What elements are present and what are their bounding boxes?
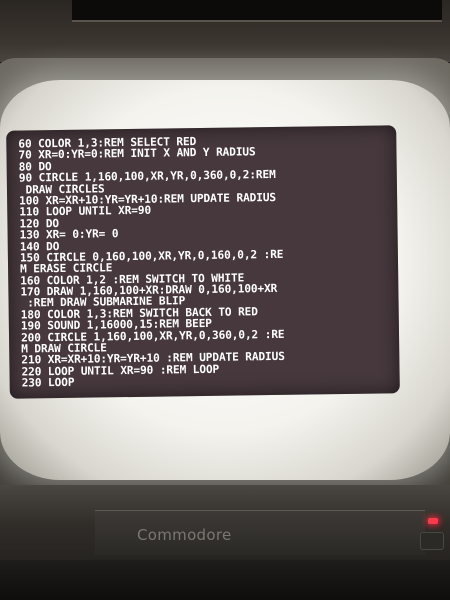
power-button[interactable] (420, 532, 444, 550)
desk-shadow (0, 560, 450, 600)
vent-slot (72, 0, 442, 22)
brand-name: Commodore (137, 526, 232, 544)
power-led-icon (428, 518, 438, 524)
commodore-logo: Commodore (137, 526, 232, 544)
basic-program-listing: 60 COLOR 1,3:REM SELECT RED 70 XR=0:YR=0:… (18, 133, 398, 398)
computer-top-housing (0, 0, 450, 62)
crt-screen: 60 COLOR 1,3:REM SELECT RED 70 XR=0:YR=0:… (6, 125, 400, 399)
photo-scene: 60 COLOR 1,3:REM SELECT RED 70 XR=0:YR=0:… (0, 0, 450, 600)
